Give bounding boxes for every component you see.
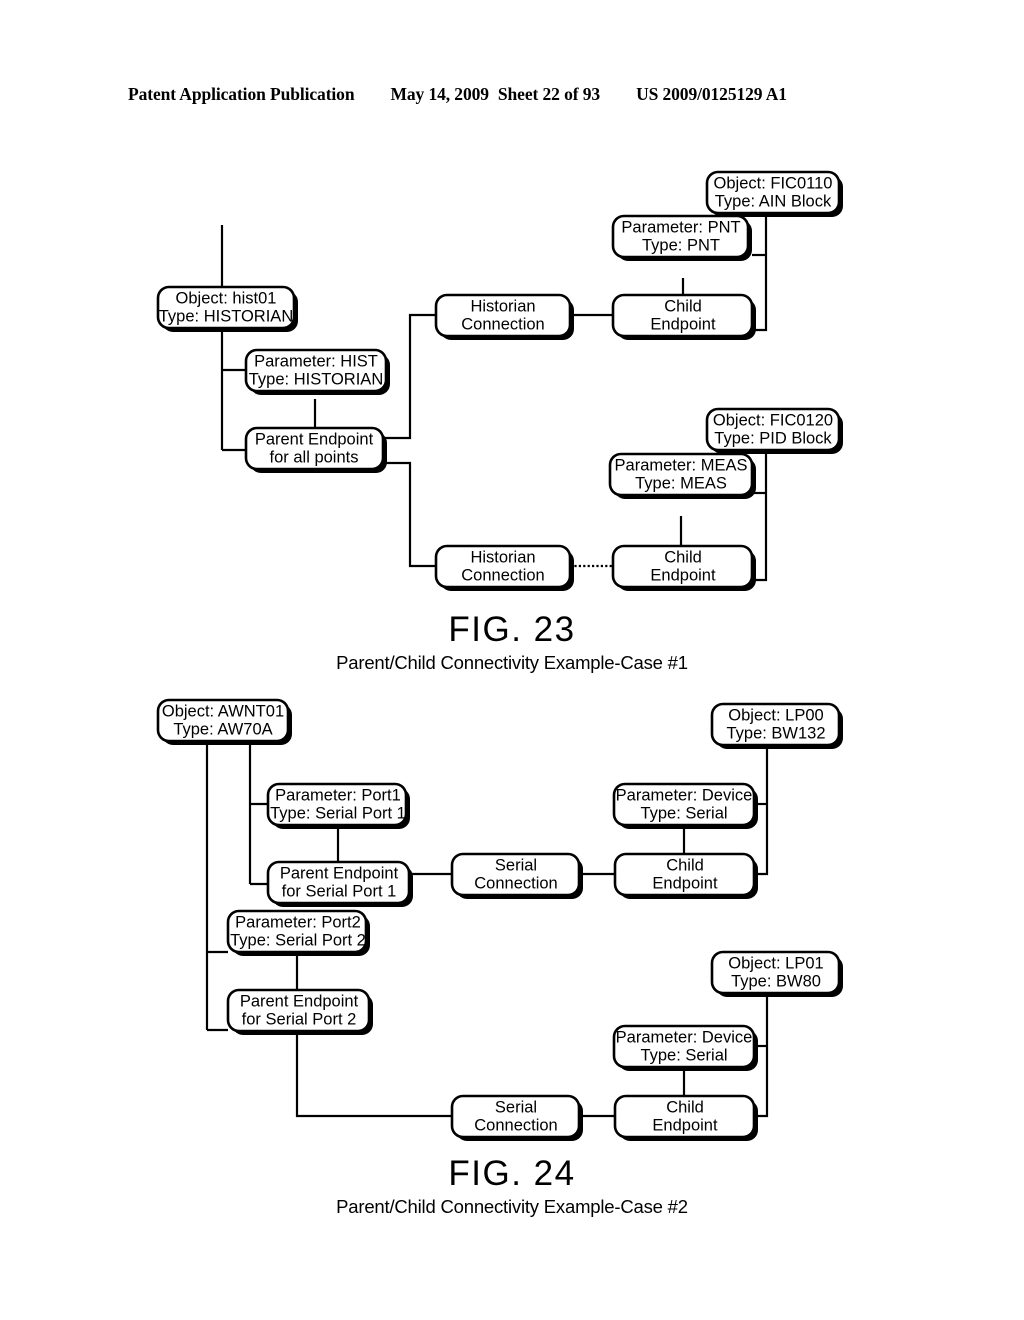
node-ce-bottom-line2: Endpoint — [650, 566, 716, 584]
node-param-port1-line2: Type: Serial Port 1 — [270, 804, 406, 822]
node-parent-endpoint-line1: Parent Endpoint — [255, 430, 374, 448]
node-ce-top-24-line2: Endpoint — [652, 874, 718, 892]
node-lp01-line1: Object: LP01 — [728, 954, 823, 972]
node-pd-top-line1: Parameter: Device — [616, 786, 753, 804]
node-lp01-line2: Type: BW80 — [731, 972, 821, 990]
node-ce-bottom-24-line1: Child — [666, 1098, 704, 1116]
node-historian-connection-top[interactable]: Historian Connection — [434, 293, 574, 340]
publication-date: May 14, 2009 — [390, 84, 489, 104]
node-parent-endpoint-2[interactable]: Parent Endpoint for Serial Port 2 — [226, 988, 373, 1035]
figure-23-label: FIG. 23 — [448, 610, 576, 649]
node-param-device-top[interactable]: Parameter: Device Type: Serial — [612, 782, 758, 829]
page-header: Patent Application Publication May 14, 2… — [128, 84, 896, 114]
node-hist01-line1: Object: hist01 — [176, 289, 277, 307]
node-param-port2[interactable]: Parameter: Port2 Type: Serial Port 2 — [226, 909, 370, 956]
node-awnt01-line1: Object: AWNT01 — [162, 702, 284, 720]
figure-24-caption: FIG. 24 Parent/Child Connectivity Exampl… — [0, 1154, 1024, 1218]
node-hc-top-line2: Connection — [461, 315, 544, 333]
node-parent-endpoint-line2: for all points — [270, 448, 359, 466]
sheet-number: Sheet 22 of 93 — [497, 84, 601, 104]
node-sc-top-line2: Connection — [474, 874, 557, 892]
figure-24-label: FIG. 24 — [448, 1154, 576, 1193]
figure-23-caption: FIG. 23 Parent/Child Connectivity Exampl… — [0, 610, 1024, 674]
node-param-port1-line1: Parameter: Port1 — [275, 786, 401, 804]
node-serial-connection-top[interactable]: Serial Connection — [450, 852, 583, 899]
node-fic0110-line2: Type: AIN Block — [715, 192, 832, 210]
node-pd-bottom-line1: Parameter: Device — [616, 1028, 753, 1046]
node-awnt01[interactable]: Object: AWNT01 Type: AW70A — [156, 698, 292, 745]
node-awnt01-line2: Type: AW70A — [173, 720, 272, 738]
node-serial-connection-bottom[interactable]: Serial Connection — [450, 1094, 583, 1141]
figure-23: Object: hist01 Type: HISTORIAN Parameter… — [0, 160, 1024, 680]
node-ce-top-line1: Child — [664, 297, 702, 315]
node-child-endpoint-bottom-24[interactable]: Child Endpoint — [613, 1094, 758, 1141]
node-hist01-line2: Type: HISTORIAN — [159, 307, 293, 325]
node-fic0110-line1: Object: FIC0110 — [714, 174, 833, 192]
patent-number: US 2009/0125129 A1 — [636, 84, 787, 104]
node-hc-top-line1: Historian — [470, 297, 535, 315]
figure-24-diagram: Object: AWNT01 Type: AW70A Parameter: Po… — [156, 698, 843, 1141]
node-pe1-line1: Parent Endpoint — [280, 864, 399, 882]
node-sc-top-line1: Serial — [495, 856, 537, 874]
node-pd-top-line2: Type: Serial — [640, 804, 727, 822]
node-param-hist-line2: Type: HISTORIAN — [249, 370, 383, 388]
node-param-hist[interactable]: Parameter: HIST Type: HISTORIAN — [244, 348, 390, 395]
figure-24-subtitle: Parent/Child Connectivity Example-Case #… — [336, 1195, 688, 1217]
node-param-pnt-line2: Type: PNT — [642, 236, 720, 254]
node-param-meas[interactable]: Parameter: MEAS Type: MEAS — [608, 452, 756, 499]
figure-24: Object: AWNT01 Type: AW70A Parameter: Po… — [0, 690, 1024, 1250]
node-historian-connection-bottom[interactable]: Historian Connection — [434, 544, 574, 591]
node-param-hist-line1: Parameter: HIST — [254, 352, 378, 370]
node-lp00[interactable]: Object: LP00 Type: BW132 — [710, 702, 843, 749]
node-param-pnt-line1: Parameter: PNT — [621, 218, 740, 236]
node-parent-endpoint[interactable]: Parent Endpoint for all points — [244, 426, 387, 473]
node-ce-bottom-24-line2: Endpoint — [652, 1116, 718, 1134]
figure-23-diagram: Object: hist01 Type: HISTORIAN Parameter… — [156, 170, 843, 591]
node-param-meas-line2: Type: MEAS — [635, 474, 727, 492]
fig23-connectors — [220, 213, 768, 582]
node-ce-bottom-line1: Child — [664, 548, 702, 566]
node-hc-bottom-line1: Historian — [470, 548, 535, 566]
node-sc-bottom-line1: Serial — [495, 1098, 537, 1116]
node-fic0110[interactable]: Object: FIC0110 Type: AIN Block — [705, 170, 843, 217]
node-hc-bottom-line2: Connection — [461, 566, 544, 584]
node-param-port2-line1: Parameter: Port2 — [235, 913, 361, 931]
node-param-pnt[interactable]: Parameter: PNT Type: PNT — [611, 214, 752, 261]
node-fic0120-line2: Type: PID Block — [714, 429, 832, 447]
node-child-endpoint-top-24[interactable]: Child Endpoint — [613, 852, 758, 899]
publication-label: Patent Application Publication — [128, 84, 355, 104]
node-param-port1[interactable]: Parameter: Port1 Type: Serial Port 1 — [266, 782, 410, 829]
node-ce-top-line2: Endpoint — [650, 315, 716, 333]
node-lp00-line2: Type: BW132 — [726, 724, 825, 742]
node-pd-bottom-line2: Type: Serial — [640, 1046, 727, 1064]
node-sc-bottom-line2: Connection — [474, 1116, 557, 1134]
node-pe2-line1: Parent Endpoint — [240, 992, 359, 1010]
node-param-device-bottom[interactable]: Parameter: Device Type: Serial — [612, 1024, 758, 1071]
node-ce-top-24-line1: Child — [666, 856, 704, 874]
node-fic0120-line1: Object: FIC0120 — [713, 411, 833, 429]
node-child-endpoint-top[interactable]: Child Endpoint — [611, 293, 756, 340]
node-lp01[interactable]: Object: LP01 Type: BW80 — [710, 950, 843, 997]
node-param-port2-line2: Type: Serial Port 2 — [230, 931, 366, 949]
figure-23-subtitle: Parent/Child Connectivity Example-Case #… — [336, 651, 688, 673]
node-param-meas-line1: Parameter: MEAS — [615, 456, 748, 474]
node-pe2-line2: for Serial Port 2 — [242, 1010, 357, 1028]
node-parent-endpoint-1[interactable]: Parent Endpoint for Serial Port 1 — [266, 860, 413, 907]
node-child-endpoint-bottom[interactable]: Child Endpoint — [611, 544, 756, 591]
node-hist01[interactable]: Object: hist01 Type: HISTORIAN — [156, 285, 298, 332]
node-pe1-line2: for Serial Port 1 — [282, 882, 397, 900]
node-lp00-line1: Object: LP00 — [728, 706, 823, 724]
node-fic0120[interactable]: Object: FIC0120 Type: PID Block — [705, 407, 843, 454]
